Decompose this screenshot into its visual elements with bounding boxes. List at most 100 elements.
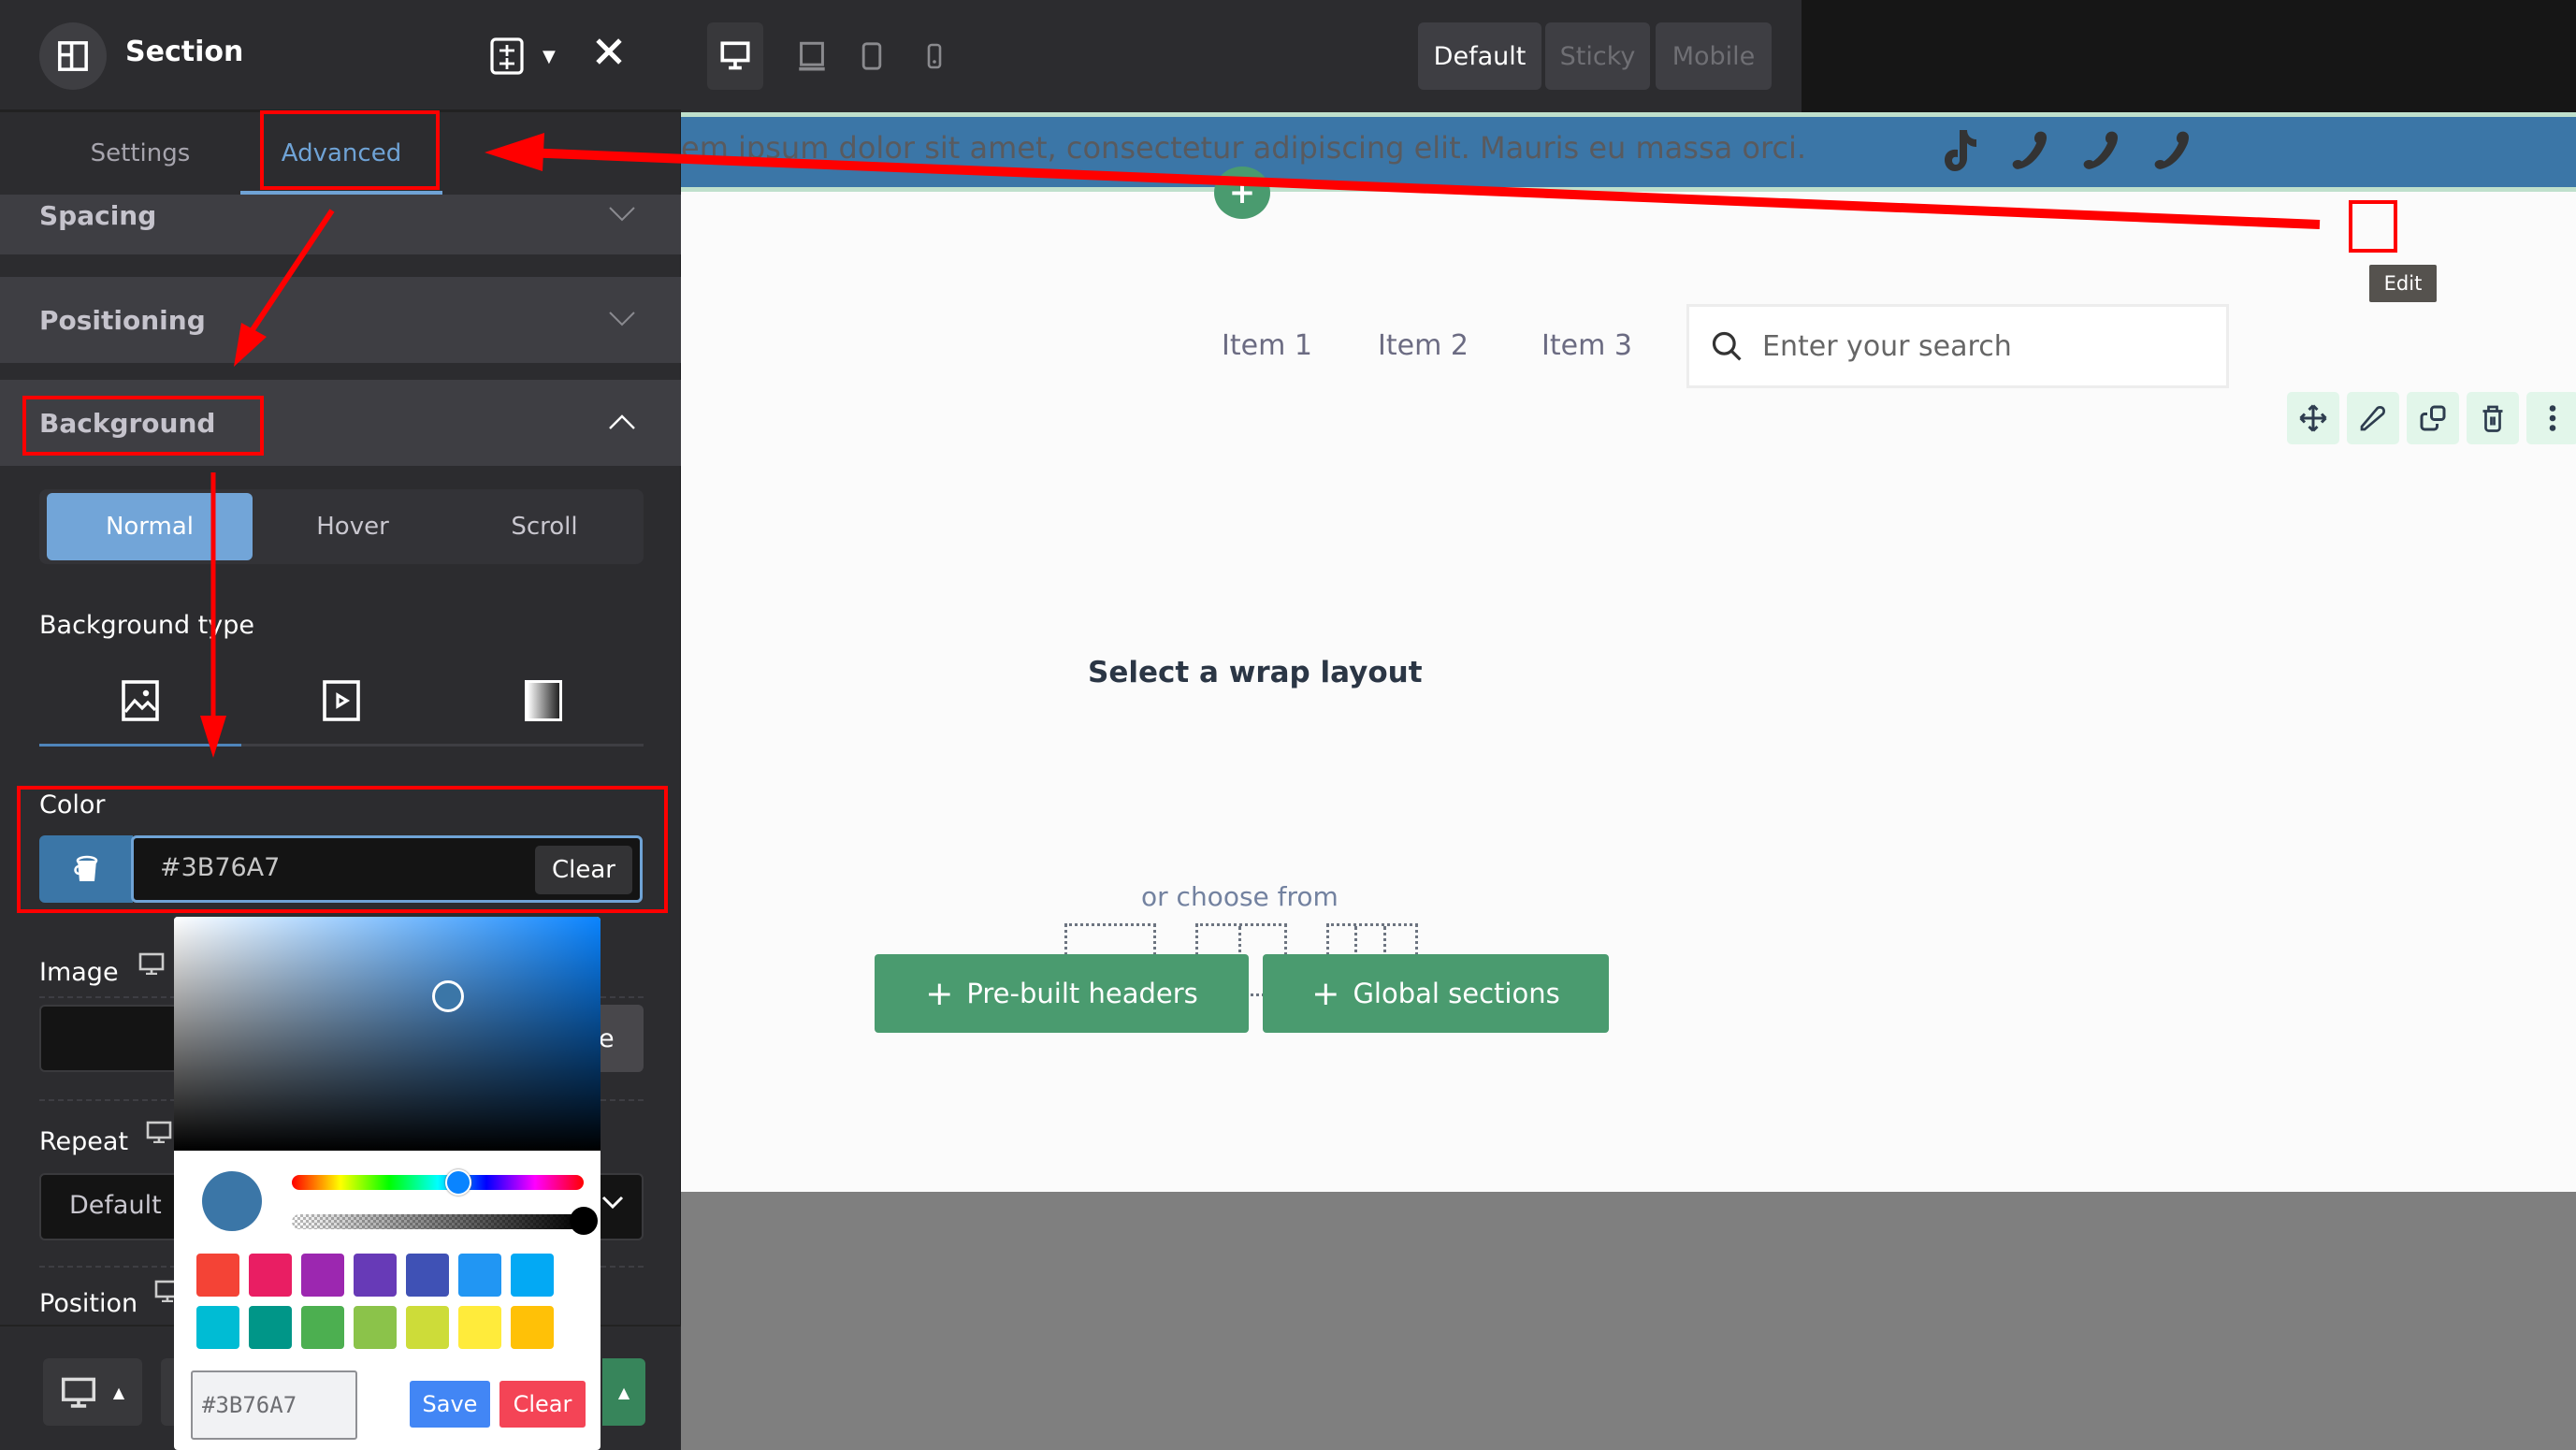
panel-tabs: Settings Advanced [0, 112, 681, 195]
device-switcher-button[interactable]: ▲ [43, 1358, 142, 1426]
saturation-handle[interactable] [432, 980, 464, 1012]
color-swatch[interactable] [511, 1306, 554, 1349]
position-label: Position [39, 1289, 138, 1318]
state-tab-scroll[interactable]: Scroll [451, 493, 638, 560]
desktop-icon [61, 1377, 95, 1408]
phone-icon[interactable] [2079, 126, 2122, 173]
tab-advanced[interactable]: Advanced [253, 112, 430, 195]
chevron-down-icon [601, 1194, 625, 1214]
image-icon[interactable] [122, 680, 159, 725]
duplicate-icon[interactable] [2407, 392, 2459, 444]
hue-slider-handle[interactable] [444, 1169, 471, 1196]
plus-icon: + [925, 974, 954, 1013]
search-icon [1712, 331, 1742, 361]
global-sections-button[interactable]: + Global sections [1263, 954, 1609, 1033]
nav-item-2[interactable]: Item 2 [1378, 329, 1469, 362]
color-swatch[interactable] [301, 1306, 344, 1349]
add-section-button[interactable]: + [1214, 167, 1270, 219]
accordion-label: Spacing [39, 199, 157, 231]
gradient-icon[interactable] [525, 680, 562, 721]
video-icon[interactable] [323, 680, 360, 725]
wrap-layout-title: Select a wrap layout [1088, 656, 1423, 689]
prebuilt-headers-button[interactable]: + Pre-built headers [875, 954, 1249, 1033]
image-label: Image [39, 958, 119, 987]
color-swatch[interactable] [458, 1254, 501, 1297]
nav-item-3[interactable]: Item 3 [1541, 329, 1632, 362]
color-swatch[interactable] [249, 1254, 292, 1297]
color-swatch[interactable] [354, 1254, 397, 1297]
current-color-preview [202, 1171, 262, 1231]
state-tabs: Normal Hover Scroll [39, 489, 644, 564]
color-label: Color [39, 790, 106, 819]
presets-icon[interactable] [490, 37, 524, 79]
color-swatch[interactable] [249, 1306, 292, 1349]
mode-mobile-button[interactable]: Mobile [1656, 22, 1772, 90]
or-choose-from-text: or choose from [1141, 881, 1339, 912]
mode-default-button[interactable]: Default [1418, 22, 1541, 90]
hue-slider[interactable] [292, 1175, 584, 1190]
accordion-label: Positioning [39, 304, 206, 336]
color-clear-button[interactable]: Clear [535, 846, 632, 894]
color-swatch[interactable] [511, 1254, 554, 1297]
color-swatch[interactable] [354, 1306, 397, 1349]
alpha-slider-handle[interactable] [570, 1207, 598, 1235]
phone-icon[interactable] [2008, 126, 2051, 173]
search-input[interactable]: Enter your search [1686, 304, 2229, 388]
alpha-slider[interactable] [292, 1214, 584, 1229]
trash-icon[interactable] [2467, 392, 2519, 444]
canvas-section: Edit Item 1 Item 2 Item 3 Enter your sea… [681, 192, 2576, 1192]
background-type-label: Background type [39, 611, 254, 640]
background-type-active-indicator [39, 744, 241, 747]
chevron-down-icon [608, 201, 636, 229]
prebuilt-headers-label: Pre-built headers [966, 978, 1198, 1009]
desktop-icon[interactable] [720, 22, 750, 90]
phone-icon[interactable] [2150, 126, 2193, 173]
state-tab-hover[interactable]: Hover [259, 493, 446, 560]
color-swatch-button[interactable] [39, 835, 133, 903]
tab-settings[interactable]: Settings [56, 112, 224, 195]
repeat-label: Repeat [39, 1127, 129, 1156]
picker-clear-button[interactable]: Clear [499, 1381, 586, 1428]
edit-icon[interactable] [2347, 392, 2399, 444]
canvas-footer-area [681, 1192, 2576, 1450]
accordion-background[interactable]: Background [0, 380, 681, 466]
nav-item-1[interactable]: Item 1 [1222, 329, 1312, 362]
topbar-text: em ipsum dolor sit amet, consectetur adi… [681, 130, 1807, 166]
mobile-icon[interactable] [919, 22, 949, 90]
color-swatch[interactable] [458, 1306, 501, 1349]
picker-save-button[interactable]: Save [410, 1381, 490, 1428]
saturation-value-area[interactable] [174, 917, 601, 1151]
accordion-positioning[interactable]: Positioning [0, 277, 681, 363]
caret-up-icon: ▲ [617, 1383, 630, 1401]
more-icon[interactable] [2526, 392, 2576, 444]
accordion-spacing[interactable]: Spacing [0, 195, 681, 254]
chevron-down-icon [608, 306, 636, 334]
presets-dropdown-icon[interactable]: ▼ [543, 47, 556, 66]
repeat-select-value: Default [69, 1191, 162, 1220]
picker-hex-input[interactable]: #3B76A7 [191, 1370, 357, 1440]
color-swatch[interactable] [406, 1306, 449, 1349]
topbar-section[interactable]: em ipsum dolor sit amet, consectetur adi… [681, 112, 2576, 192]
color-hex-value: #3B76A7 [160, 853, 281, 882]
close-icon[interactable] [593, 36, 625, 71]
global-sections-label: Global sections [1353, 978, 1560, 1009]
tablet-icon[interactable] [857, 22, 887, 90]
publish-options-button[interactable]: ▲ [602, 1358, 645, 1426]
color-swatch[interactable] [406, 1254, 449, 1297]
search-placeholder: Enter your search [1762, 329, 2012, 363]
color-hex-input[interactable]: #3B76A7 Clear [131, 835, 643, 903]
color-swatch[interactable] [196, 1254, 239, 1297]
paint-bucket-icon [74, 855, 98, 881]
tiktok-icon[interactable] [1939, 126, 1980, 175]
color-swatch[interactable] [196, 1306, 239, 1349]
section-layout-icon [39, 22, 107, 90]
desktop-responsive-icon[interactable] [146, 1121, 172, 1147]
mode-sticky-button[interactable]: Sticky [1545, 22, 1650, 90]
laptop-icon[interactable] [797, 22, 827, 90]
top-toolbar: Default Sticky Mobile [681, 0, 1802, 112]
plus-icon: + [1228, 174, 1256, 211]
state-tab-normal[interactable]: Normal [47, 493, 253, 560]
move-icon[interactable] [2287, 392, 2339, 444]
desktop-responsive-icon[interactable] [138, 952, 165, 979]
color-swatch[interactable] [301, 1254, 344, 1297]
